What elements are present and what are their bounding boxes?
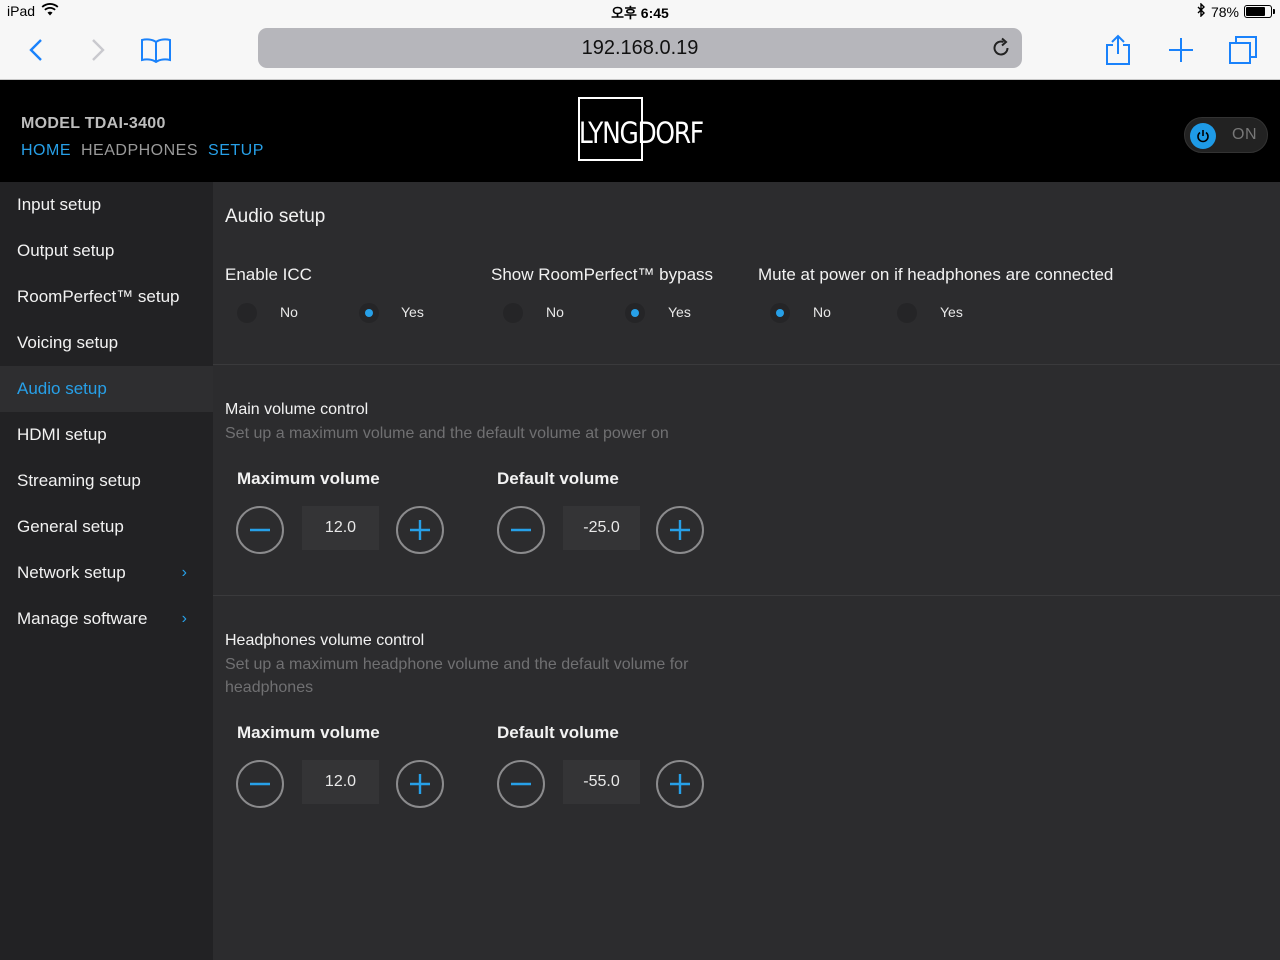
app-header: MODEL TDAI-3400 HOME HEADPHONES SETUP LY… [0,80,1280,182]
divider [213,595,1280,596]
plus-icon [670,774,690,794]
plus-icon [410,520,430,540]
sidebar-item-output-setup[interactable]: Output setup [0,228,213,274]
minus-icon [250,528,270,532]
radio-roomperfect-bypass-no[interactable] [503,303,523,323]
address-bar[interactable]: 192.168.0.19 [258,28,1022,68]
main-default-increase-button[interactable] [656,506,704,554]
sidebar-item-streaming-setup[interactable]: Streaming setup [0,458,213,504]
headphones-max-increase-button[interactable] [396,760,444,808]
radio-label: No [813,304,831,320]
chevron-right-icon: › [181,610,187,627]
nav-home[interactable]: HOME [21,142,71,160]
status-bar: iPad 오후 6:45 78% [0,0,1280,22]
forward-icon[interactable] [84,30,112,70]
battery-percent: 78% [1210,3,1239,20]
radio-label: Yes [401,304,424,320]
main-default-volume-value: -25.0 [563,506,640,550]
option-label-enable-icc: Enable ICC [225,265,312,284]
top-nav: HOME HEADPHONES SETUP [21,142,264,160]
plus-icon [410,774,430,794]
headphones-default-increase-button[interactable] [656,760,704,808]
plus-icon [670,520,690,540]
page-title: Audio setup [225,206,326,227]
power-icon [1190,123,1216,149]
radio-roomperfect-bypass-yes[interactable] [625,303,645,323]
main-volume-description: Set up a maximum volume and the default … [225,425,669,442]
radio-enable-icc-yes[interactable] [359,303,379,323]
model-name: MODEL TDAI-3400 [21,115,166,132]
back-icon[interactable] [22,30,50,70]
sidebar-item-manage-software[interactable]: Manage software › [0,596,213,642]
chevron-right-icon: › [181,564,187,581]
sidebar-item-hdmi-setup[interactable]: HDMI setup [0,412,213,458]
sidebar-item-general-setup[interactable]: General setup [0,504,213,550]
headphones-volume-description: Set up a maximum headphone volume and th… [225,656,689,696]
radio-enable-icc-no[interactable] [237,303,257,323]
minus-icon [511,782,531,786]
radio-label: No [546,304,564,320]
sidebar-item-audio-setup[interactable]: Audio setup [0,366,213,412]
sidebar-item-network-setup[interactable]: Network setup › [0,550,213,596]
main-max-volume-label: Maximum volume [237,469,380,488]
tabs-icon[interactable] [1226,30,1260,70]
headphones-default-volume-value: -55.0 [563,760,640,804]
reload-icon[interactable] [990,37,1012,64]
brand-logo: LYNGDORF [578,97,723,161]
divider [213,364,1280,365]
share-icon[interactable] [1102,30,1134,70]
headphones-default-volume-label: Default volume [497,723,619,742]
bluetooth-icon [1197,2,1206,20]
minus-icon [250,782,270,786]
nav-headphones[interactable]: HEADPHONES [81,142,198,160]
status-time: 오후 6:45 [611,5,669,21]
battery-icon [1244,5,1275,18]
new-tab-icon[interactable] [1165,30,1197,70]
main-max-decrease-button[interactable] [236,506,284,554]
browser-toolbar: 192.168.0.19 [0,22,1280,80]
power-toggle[interactable]: ON [1184,117,1268,153]
main-default-volume-label: Default volume [497,469,619,488]
main-max-volume-value: 12.0 [302,506,379,550]
option-label-roomperfect-bypass: Show RoomPerfect™ bypass [491,265,714,284]
radio-label: Yes [940,304,963,320]
main-max-increase-button[interactable] [396,506,444,554]
option-label-mute-headphones: Mute at power on if headphones are conne… [758,265,1114,284]
headphones-default-decrease-button[interactable] [497,760,545,808]
headphones-max-volume-label: Maximum volume [237,723,380,742]
sidebar: Input setup Output setup RoomPerfect™ se… [0,182,213,960]
sidebar-item-input-setup[interactable]: Input setup [0,182,213,228]
sidebar-item-voicing-setup[interactable]: Voicing setup [0,320,213,366]
main-default-decrease-button[interactable] [497,506,545,554]
headphones-max-volume-value: 12.0 [302,760,379,804]
power-label: ON [1232,126,1257,143]
main-volume-heading: Main volume control [225,401,369,418]
headphones-volume-heading: Headphones volume control [225,632,425,649]
headphones-max-decrease-button[interactable] [236,760,284,808]
radio-mute-headphones-no[interactable] [770,303,790,323]
url-text: 192.168.0.19 [581,37,699,59]
main-panel: Audio setup Enable ICC No Yes Show RoomP… [213,182,1280,960]
radio-label: No [280,304,298,320]
bookmarks-icon[interactable] [138,30,174,70]
minus-icon [511,528,531,532]
radio-label: Yes [668,304,691,320]
sidebar-item-roomperfect-setup[interactable]: RoomPerfect™ setup [0,274,213,320]
nav-setup[interactable]: SETUP [208,142,264,160]
radio-mute-headphones-yes[interactable] [897,303,917,323]
